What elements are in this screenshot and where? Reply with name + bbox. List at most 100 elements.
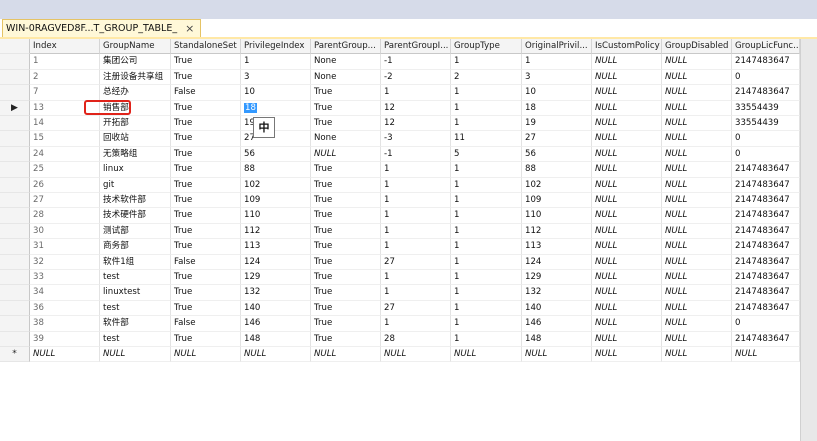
row-selector[interactable] <box>0 239 30 255</box>
cell-parentgroup[interactable]: True <box>311 223 381 240</box>
cell-originalprivil[interactable]: 124 <box>522 254 592 270</box>
cell-privilegeindex[interactable]: 109 <box>241 193 311 209</box>
cell-iscustompolicy[interactable]: NULL <box>592 131 662 147</box>
cell-grouptype[interactable]: 1 <box>451 254 522 270</box>
row-selector[interactable] <box>0 116 30 132</box>
cell-originalprivil[interactable]: 56 <box>522 146 592 163</box>
cell-standaloneset[interactable]: True <box>171 146 241 163</box>
cell-iscustompolicy[interactable]: NULL <box>592 85 662 101</box>
cell-groupname[interactable]: test <box>100 270 171 286</box>
cell-grouplicfunc[interactable]: 2147483647 <box>732 331 800 347</box>
cell-index[interactable]: 15 <box>30 131 100 147</box>
cell-parentgroupi[interactable]: 12 <box>381 100 451 116</box>
cell-originalprivil[interactable]: 88 <box>522 162 592 178</box>
cell-iscustompolicy[interactable]: NULL <box>592 239 662 255</box>
cell-groupdisabled[interactable]: NULL <box>662 285 732 301</box>
cell-grouptype[interactable]: 5 <box>451 146 522 163</box>
cell-groupname[interactable]: 开拓部 <box>100 116 171 132</box>
cell-grouplicfunc[interactable]: 2147483647 <box>732 193 800 209</box>
cell-grouplicfunc[interactable]: 33554439 <box>732 116 800 132</box>
tab-close-icon[interactable]: × <box>185 23 194 34</box>
cell-parentgroupi[interactable]: -1 <box>381 146 451 163</box>
cell-grouplicfunc[interactable]: 0 <box>732 69 800 86</box>
cell-originalprivil[interactable]: 27 <box>522 131 592 147</box>
cell-privilegeindex[interactable]: 19 <box>241 116 311 132</box>
cell-standaloneset[interactable]: NULL <box>171 347 241 363</box>
cell-groupname[interactable]: 注册设备共享组 <box>100 69 171 86</box>
cell-parentgroupi[interactable]: 27 <box>381 254 451 270</box>
cell-originalprivil[interactable]: 132 <box>522 285 592 301</box>
cell-groupname[interactable]: NULL <box>100 347 171 363</box>
cell-grouptype[interactable]: 1 <box>451 177 522 193</box>
cell-groupdisabled[interactable]: NULL <box>662 300 732 317</box>
cell-standaloneset[interactable]: True <box>171 116 241 132</box>
cell-grouptype[interactable]: 1 <box>451 331 522 347</box>
cell-privilegeindex[interactable]: 148 <box>241 331 311 347</box>
cell-privilegeindex[interactable]: 1 <box>241 54 311 70</box>
cell-groupname[interactable]: 软件部 <box>100 316 171 332</box>
cell-iscustompolicy[interactable]: NULL <box>592 69 662 86</box>
cell-parentgroup[interactable]: True <box>311 285 381 301</box>
cell-parentgroupi[interactable]: NULL <box>381 347 451 363</box>
cell-parentgroup[interactable]: True <box>311 116 381 132</box>
cell-grouptype[interactable]: 11 <box>451 131 522 147</box>
table-row[interactable]: 36 test True 140 True 27 1 140 NULL NULL 214748364… <box>0 300 800 317</box>
cell-index[interactable]: 30 <box>30 223 100 240</box>
cell-grouplicfunc[interactable]: 2147483647 <box>732 270 800 286</box>
cell-groupname[interactable]: test <box>100 300 171 317</box>
cell-iscustompolicy[interactable]: NULL <box>592 254 662 270</box>
table-row[interactable]: 32 软件1组 False 124 True 27 1 124 NULL NULL 21474836… <box>0 254 800 270</box>
cell-parentgroupi[interactable]: 28 <box>381 331 451 347</box>
cell-groupdisabled[interactable]: NULL <box>662 131 732 147</box>
cell-standaloneset[interactable]: True <box>171 193 241 209</box>
cell-parentgroup[interactable]: True <box>311 239 381 255</box>
corner-header[interactable] <box>0 39 30 55</box>
cell-grouplicfunc[interactable]: 2147483647 <box>732 54 800 70</box>
cell-index[interactable]: 14 <box>30 116 100 132</box>
column-header-index[interactable]: Index <box>30 39 100 55</box>
table-row[interactable]: 2 注册设备共享组 True 3 None -2 2 3 NULL NULL 0 <box>0 69 800 86</box>
cell-parentgroupi[interactable]: -2 <box>381 69 451 86</box>
cell-groupdisabled[interactable]: NULL <box>662 208 732 224</box>
cell-index[interactable]: 31 <box>30 239 100 255</box>
row-selector[interactable] <box>0 85 30 101</box>
cell-originalprivil[interactable]: 10 <box>522 85 592 101</box>
cell-privilegeindex[interactable]: 102 <box>241 177 311 193</box>
cell-grouptype[interactable]: 1 <box>451 285 522 301</box>
cell-groupname[interactable]: 技术硬件部 <box>100 208 171 224</box>
cell-standaloneset[interactable]: True <box>171 54 241 70</box>
cell-groupdisabled[interactable]: NULL <box>662 162 732 178</box>
table-row[interactable]: 25 linux True 88 True 1 1 88 NULL NULL 2147483647 <box>0 162 800 178</box>
cell-standaloneset[interactable]: True <box>171 300 241 317</box>
table-row[interactable]: 33 test True 129 True 1 1 129 NULL NULL 2147483647 <box>0 270 800 286</box>
cell-parentgroupi[interactable]: 1 <box>381 177 451 193</box>
cell-grouptype[interactable]: NULL <box>451 347 522 363</box>
column-header-groupdisabled[interactable]: GroupDisabled <box>662 39 732 55</box>
cell-index[interactable]: 36 <box>30 300 100 317</box>
cell-groupname[interactable]: 无策略组 <box>100 146 171 163</box>
row-selector[interactable] <box>0 223 30 240</box>
cell-standaloneset[interactable]: True <box>171 239 241 255</box>
cell-originalprivil[interactable]: 146 <box>522 316 592 332</box>
cell-parentgroupi[interactable]: 1 <box>381 162 451 178</box>
cell-privilegeindex[interactable]: 146 <box>241 316 311 332</box>
cell-privilegeindex[interactable]: 113 <box>241 239 311 255</box>
cell-grouplicfunc[interactable]: 0 <box>732 131 800 147</box>
cell-iscustompolicy[interactable]: NULL <box>592 100 662 116</box>
cell-privilegeindex[interactable]: 18 <box>241 100 311 116</box>
cell-parentgroup[interactable]: True <box>311 331 381 347</box>
cell-parentgroupi[interactable]: 1 <box>381 316 451 332</box>
cell-originalprivil[interactable]: 109 <box>522 193 592 209</box>
cell-privilegeindex[interactable]: 140 <box>241 300 311 317</box>
table-row[interactable]: 38 软件部 False 146 True 1 1 146 NULL NULL 0 <box>0 316 800 332</box>
cell-index[interactable]: 2 <box>30 69 100 86</box>
cell-parentgroup[interactable]: True <box>311 300 381 317</box>
cell-groupdisabled[interactable]: NULL <box>662 116 732 132</box>
row-selector[interactable] <box>0 193 30 209</box>
cell-parentgroup[interactable]: None <box>311 131 381 147</box>
cell-groupdisabled[interactable]: NULL <box>662 69 732 86</box>
column-header-parentgroup[interactable]: ParentGroup... <box>311 39 381 55</box>
cell-originalprivil[interactable]: 113 <box>522 239 592 255</box>
cell-originalprivil[interactable]: 112 <box>522 223 592 240</box>
cell-grouptype[interactable]: 1 <box>451 85 522 101</box>
